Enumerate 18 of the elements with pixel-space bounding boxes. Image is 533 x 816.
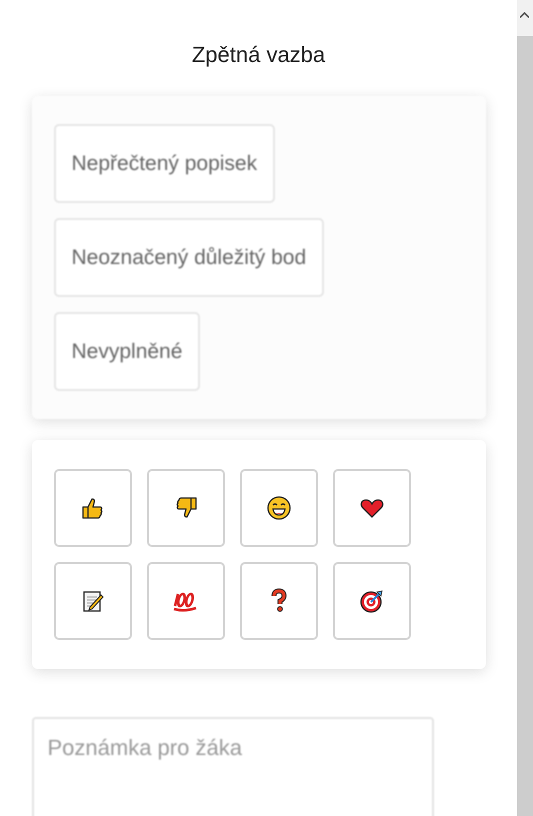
question-mark-icon <box>268 588 288 614</box>
scrollbar[interactable] <box>517 0 533 816</box>
thumbs-down-reaction-button[interactable] <box>146 469 224 547</box>
grin-reaction-button[interactable] <box>240 469 318 547</box>
thumbs-up-reaction-button[interactable] <box>54 469 132 547</box>
issue-tag-button[interactable]: Neoznačený důležitý bod <box>54 218 324 297</box>
target-reaction-button[interactable] <box>332 562 410 640</box>
panel-title: Zpětná vazba <box>192 42 326 68</box>
issue-tag-button[interactable]: Nepřečtený popisek <box>54 124 276 203</box>
hundred-reaction-button[interactable] <box>146 562 224 640</box>
scroll-up-icon[interactable] <box>520 12 529 18</box>
memo-reaction-button[interactable] <box>54 562 132 640</box>
target-icon <box>358 588 384 614</box>
grinning-face-icon <box>266 495 292 521</box>
note-field[interactable]: Poznámka pro žáka <box>32 717 434 816</box>
heart-reaction-button[interactable] <box>332 469 410 547</box>
issue-tag-button[interactable]: Nevyplněné <box>54 312 200 391</box>
question-reaction-button[interactable] <box>240 562 318 640</box>
